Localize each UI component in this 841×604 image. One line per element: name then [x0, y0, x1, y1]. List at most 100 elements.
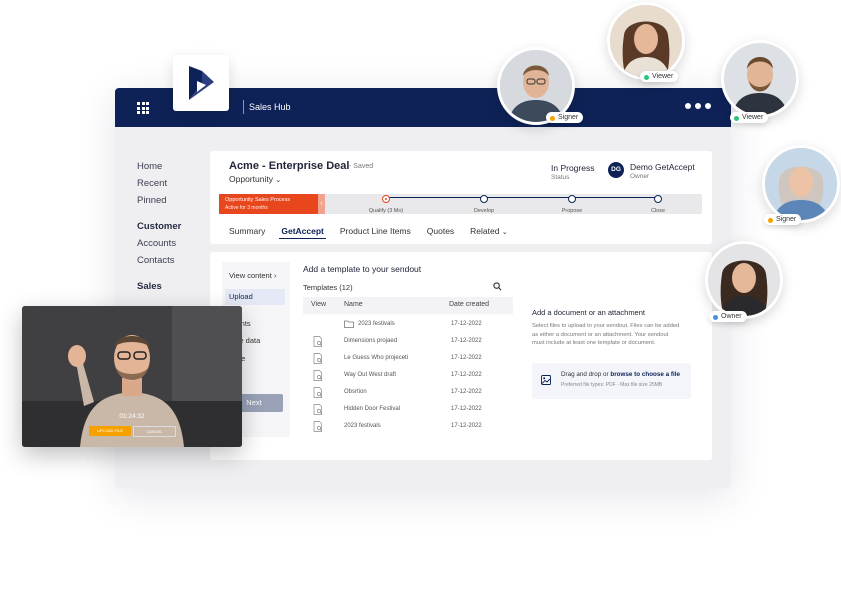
file-type-hint: Preferred file types: PDF - Max file siz… [561, 382, 663, 388]
chevron-left-icon[interactable]: ‹ [318, 194, 325, 214]
step-view-content-label: View content [229, 271, 272, 280]
role-badge-viewer: Viewer [640, 71, 679, 82]
table-row[interactable]: Obsrtion 17-12-2022 [303, 384, 513, 401]
person-photo [765, 148, 837, 220]
stage-qualify-label: Qualify (3 Mo) [368, 208, 404, 214]
nav-item-home[interactable]: Home [137, 158, 181, 175]
active-process[interactable]: Opportunity Sales Process Active for 3 m… [219, 194, 325, 214]
chevron-down-icon: ⌄ [501, 229, 508, 236]
tab-product-line-items[interactable]: Product Line Items [340, 226, 411, 236]
template-name: 2023 festivals [344, 423, 381, 429]
attachment-heading: Add a document or an attachment [532, 308, 645, 317]
template-date: 17-12-2022 [451, 423, 482, 429]
nav-item-pinned[interactable]: Pinned [137, 192, 181, 209]
template-date: 17-12-2022 [451, 372, 482, 378]
templates-table-header: View Name Date created [303, 297, 513, 314]
owner-name[interactable]: Demo GetAccept [630, 162, 695, 172]
dynamics-logo-icon [189, 66, 214, 100]
tab-getaccept[interactable]: GetAccept [279, 226, 326, 239]
table-row[interactable]: Hidden Door Festival 17-12-2022 [303, 401, 513, 418]
owner-avatar: DG [608, 162, 624, 178]
save-status: - Saved [349, 163, 374, 170]
status-label: Status [551, 174, 570, 181]
upload-file-button[interactable]: UPLOAD FILE [89, 426, 131, 436]
document-preview-icon[interactable] [313, 370, 323, 381]
document-preview-icon[interactable] [313, 387, 323, 398]
participant-avatar-viewer-2 [721, 40, 799, 118]
cancel-button[interactable]: CANCEL [133, 426, 176, 437]
app-launcher-icon[interactable] [137, 102, 149, 114]
nav-item-recent[interactable]: Recent [137, 175, 181, 192]
owner-label: Owner [630, 173, 650, 180]
more-options-icon[interactable] [685, 103, 711, 109]
template-date: 17-12-2022 [451, 389, 482, 395]
nav-section-customer: Customer [137, 221, 182, 232]
getaccept-panel: View content › Upload ipients date data … [210, 252, 712, 460]
chevron-right-icon: › [273, 271, 277, 280]
tab-related-label: Related [470, 226, 500, 236]
sales-process-bar: Opportunity Sales Process Active for 3 m… [219, 194, 702, 214]
document-preview-icon[interactable] [313, 404, 323, 415]
person-photo [610, 5, 682, 77]
document-preview-icon[interactable] [313, 421, 323, 432]
dynamics-logo [173, 55, 229, 111]
table-row[interactable]: Dimensions projaed 17-12-2022 [303, 333, 513, 350]
person-photo [708, 244, 780, 316]
deal-title: Acme - Enterprise Deal [229, 160, 350, 172]
file-dropzone[interactable]: Drag and drop or browse to choose a file… [532, 363, 691, 399]
col-date[interactable]: Date created [449, 301, 489, 308]
record-type-selector[interactable]: Opportunity ⌄ [229, 174, 281, 184]
call-timer: 01:24:32 [119, 413, 145, 420]
chevron-down-icon: ⌄ [275, 177, 282, 184]
document-preview-icon[interactable] [313, 353, 323, 364]
document-preview-icon[interactable] [313, 336, 323, 347]
image-file-icon [541, 375, 551, 385]
stage-close-dot[interactable] [654, 195, 662, 203]
video-call-window: 01:24:32 UPLOAD FILE CANCEL [22, 306, 242, 447]
nav-item-contacts[interactable]: Contacts [137, 252, 181, 269]
role-badge-signer: Signer [546, 112, 584, 123]
folder-icon [344, 320, 354, 328]
participant-avatar-owner [705, 241, 783, 319]
col-name[interactable]: Name [344, 301, 363, 308]
table-row[interactable]: 2023 festivals 17-12-2022 [303, 316, 513, 333]
nav-item-accounts[interactable]: Accounts [137, 235, 181, 252]
tab-quotes[interactable]: Quotes [427, 226, 454, 236]
process-subtitle: Active for 3 months [225, 205, 268, 211]
stage-close-label: Close [650, 208, 666, 214]
table-row[interactable]: Le Guess Who projeceti 17-12-2022 [303, 350, 513, 367]
template-name: 2023 festivals [358, 321, 395, 327]
template-date: 17-12-2022 [451, 406, 482, 412]
table-row[interactable]: Way Out West draft 17-12-2022 [303, 367, 513, 384]
deal-header-card: Acme - Enterprise Deal - Saved Opportuni… [210, 151, 712, 244]
stage-qualify-dot[interactable] [382, 195, 390, 203]
participant-avatar-signer-2 [762, 145, 840, 223]
app-name: Sales Hub [243, 100, 291, 114]
search-icon[interactable] [493, 282, 502, 291]
record-type-label: Opportunity [229, 174, 273, 184]
template-name: Obsrtion [344, 389, 367, 395]
stage-develop-label: Develop [473, 208, 495, 214]
stage-develop-dot[interactable] [480, 195, 488, 203]
template-name: Dimensions projaed [344, 338, 398, 344]
attachment-description: Select files to upload to your sendout. … [532, 323, 680, 346]
tab-summary[interactable]: Summary [229, 226, 265, 236]
sidebar-nav: Home Recent Pinned Customer Accounts Con… [137, 158, 181, 295]
step-upload[interactable]: Upload [225, 289, 285, 305]
template-name: Way Out West draft [344, 372, 397, 378]
video-participant-image [22, 306, 242, 447]
role-badge-viewer: Viewer [730, 112, 769, 123]
step-view-content[interactable]: View content › [229, 271, 276, 280]
template-name: Hidden Door Festival [344, 406, 401, 412]
template-date: 17-12-2022 [451, 338, 482, 344]
tab-related[interactable]: Related ⌄ [470, 226, 508, 236]
table-row[interactable]: 2023 festivals 17-12-2022 [303, 418, 513, 435]
nav-section-sales: Sales [137, 281, 162, 292]
browse-file-link[interactable]: browse to choose a file [610, 371, 680, 378]
stage-line: Qualify (3 Mo) Develop Propose Close [369, 195, 665, 214]
stage-propose-dot[interactable] [568, 195, 576, 203]
role-badge-signer: Signer [764, 214, 802, 225]
role-badge-owner: Owner [709, 311, 747, 322]
template-date: 17-12-2022 [451, 355, 482, 361]
template-date: 17-12-2022 [451, 321, 482, 327]
